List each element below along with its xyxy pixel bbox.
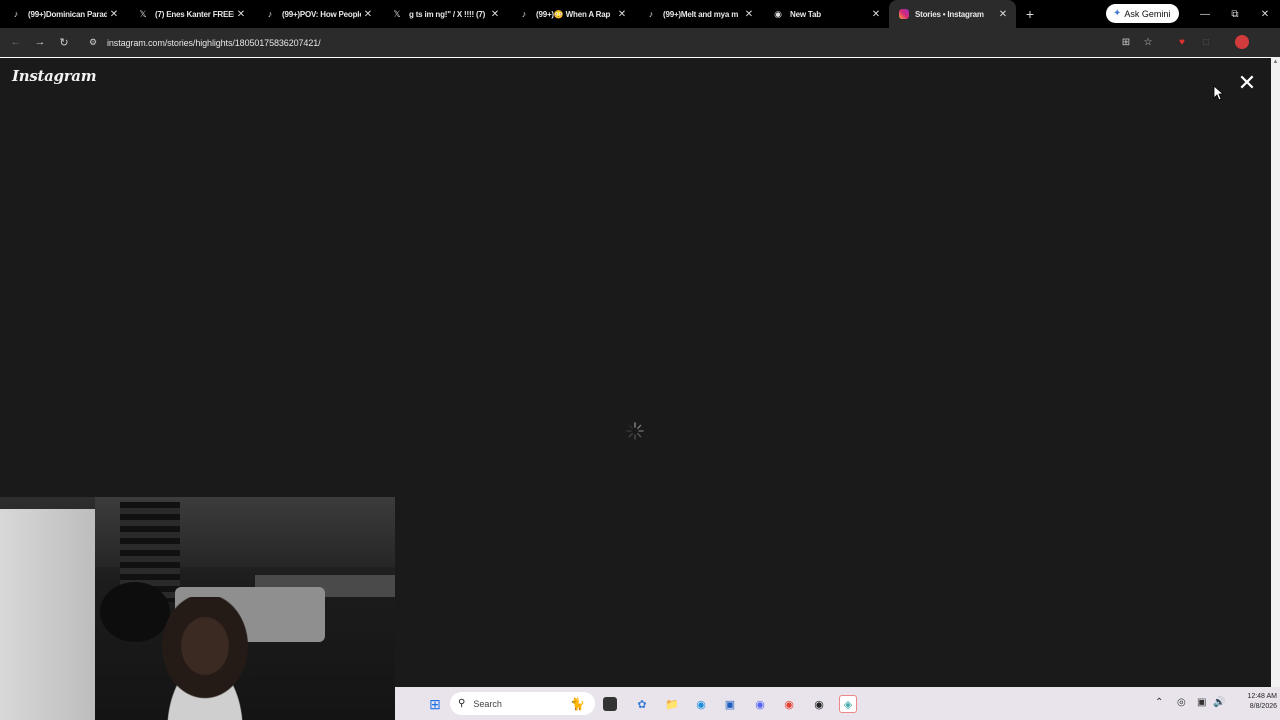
- sparkle-icon: ✦: [1113, 8, 1122, 19]
- search-icon: ⚲: [458, 698, 466, 709]
- ask-gemini-button[interactable]: ✦ Ask Gemini: [1106, 4, 1180, 23]
- tab-5[interactable]: ♪ (99+)😳 When A Rap ✕: [508, 0, 635, 28]
- chrome-taskbar-icon[interactable]: ◉: [780, 695, 798, 713]
- tab-title: (99+)Melt and mya m: [663, 9, 739, 19]
- windows-taskbar: ⊞ ⚲ Search 🐈 ✿ 📁 ◉ ▣ ◉ ◉ ◉ ◈ ⌃ ◎ ▣ 🔊 12:…: [395, 687, 1280, 720]
- tab-title: (99+)Dominican Parad: [28, 9, 107, 19]
- clock-time: 12:48 AM: [1247, 693, 1277, 700]
- close-tab-icon[interactable]: ✕: [742, 7, 756, 21]
- mouse-cursor-icon: [1213, 85, 1223, 101]
- bookmark-star-icon[interactable]: ☆: [1140, 34, 1156, 50]
- discord-icon[interactable]: ◉: [751, 695, 769, 713]
- tab-6[interactable]: ♪ (99+)Melt and mya m ✕: [635, 0, 762, 28]
- instagram-logo[interactable]: Instagram: [12, 67, 97, 85]
- tiktok-icon: ♪: [13, 9, 19, 19]
- tab-title: (7) Enes Kanter FREED: [155, 9, 234, 19]
- edge-icon[interactable]: ◉: [692, 695, 710, 713]
- taskbar-search-box[interactable]: ⚲ Search 🐈: [450, 692, 595, 715]
- tab-title: (99+)😳 When A Rap: [536, 9, 611, 19]
- profile-avatar[interactable]: [1235, 35, 1249, 49]
- url-text[interactable]: instagram.com/stories/highlights/1805017…: [107, 38, 321, 48]
- browser-toolbar: ← → ↻ ⚙ instagram.com/stories/highlights…: [0, 28, 1280, 57]
- address-bar[interactable]: ⚙ instagram.com/stories/highlights/18050…: [80, 31, 1264, 54]
- close-tab-icon[interactable]: ✕: [996, 7, 1010, 21]
- search-placeholder: Search: [473, 698, 502, 709]
- search-highlight-icon: 🐈: [570, 696, 585, 711]
- windows-start-icon[interactable]: ⊞: [426, 695, 444, 713]
- tab-2[interactable]: 𝕏 (7) Enes Kanter FREED ✕: [127, 0, 254, 28]
- tiktok-icon: ♪: [521, 9, 527, 19]
- tab-1[interactable]: ♪ (99+)Dominican Parad ✕: [0, 0, 127, 28]
- tray-chevron-icon[interactable]: ⌃: [1155, 697, 1163, 708]
- tiktok-icon: ♪: [648, 9, 654, 19]
- new-tab-button[interactable]: +: [1020, 4, 1040, 24]
- webcam-person: [130, 597, 280, 720]
- tiktok-icon: ♪: [267, 9, 273, 19]
- close-tab-icon[interactable]: ✕: [361, 7, 375, 21]
- close-tab-icon[interactable]: ✕: [488, 7, 502, 21]
- tab-8-active[interactable]: Stories • Instagram ✕: [889, 0, 1016, 28]
- install-app-icon[interactable]: ⊞: [1118, 34, 1134, 50]
- tab-title: New Tab: [790, 9, 821, 19]
- extensions-puzzle-icon[interactable]: □: [1198, 34, 1214, 50]
- task-view-icon[interactable]: [603, 697, 617, 711]
- clock-date: 8/8/2026: [1249, 703, 1277, 710]
- back-icon[interactable]: ←: [8, 34, 24, 50]
- tab-title: Stories • Instagram: [915, 9, 984, 19]
- store-icon[interactable]: ▣: [721, 695, 739, 713]
- close-tab-icon[interactable]: ✕: [107, 7, 121, 21]
- file-explorer-icon[interactable]: 📁: [663, 695, 681, 713]
- tab-4[interactable]: 𝕏 g ts im ng!" / X !!!! (7) ✕: [381, 0, 508, 28]
- tab-title: (99+)POV: How People: [282, 9, 361, 19]
- webcam-overlay: [0, 497, 395, 720]
- microphone-icon[interactable]: ◎: [1177, 697, 1186, 708]
- close-tab-icon[interactable]: ✕: [234, 7, 248, 21]
- x-icon: 𝕏: [139, 8, 147, 19]
- webcam-white-column: [0, 509, 95, 720]
- scroll-up-icon[interactable]: ▲: [1272, 59, 1279, 66]
- extension-icon[interactable]: ♥: [1174, 34, 1190, 50]
- minimize-button[interactable]: —: [1190, 0, 1220, 28]
- chrome-icon: ◉: [774, 8, 782, 19]
- tab-7[interactable]: ◉ New Tab ✕: [762, 0, 889, 28]
- loading-spinner-icon: [626, 422, 644, 440]
- tab-title: g ts im ng!" / X !!!! (7): [409, 9, 486, 19]
- tab-3[interactable]: ♪ (99+)POV: How People ✕: [254, 0, 381, 28]
- copilot-icon[interactable]: ✿: [633, 695, 651, 713]
- instagram-icon: [899, 9, 909, 19]
- close-tab-icon[interactable]: ✕: [615, 7, 629, 21]
- app-icon[interactable]: ◉: [810, 695, 828, 713]
- reload-icon[interactable]: ↻: [56, 34, 72, 50]
- network-icon[interactable]: ▣: [1197, 697, 1206, 708]
- volume-icon[interactable]: 🔊: [1213, 697, 1225, 708]
- screen: ♪ (99+)Dominican Parad ✕ 𝕏 (7) Enes Kant…: [0, 0, 1280, 720]
- close-story-button[interactable]: ✕: [1236, 72, 1258, 94]
- page-scrollbar[interactable]: ▲ ▼: [1271, 57, 1280, 720]
- site-info-icon[interactable]: ⚙: [86, 36, 100, 50]
- tab-strip: ♪ (99+)Dominican Parad ✕ 𝕏 (7) Enes Kant…: [0, 0, 1280, 28]
- x-icon: 𝕏: [393, 8, 401, 19]
- system-clock[interactable]: 12:48 AM 8/8/2026: [1227, 692, 1277, 712]
- active-app-icon[interactable]: ◈: [839, 695, 857, 713]
- ask-gemini-label: Ask Gemini: [1124, 8, 1171, 19]
- close-tab-icon[interactable]: ✕: [869, 7, 883, 21]
- forward-icon[interactable]: →: [32, 34, 48, 50]
- restore-button[interactable]: ⧉: [1220, 0, 1250, 28]
- close-window-button[interactable]: ✕: [1250, 0, 1280, 28]
